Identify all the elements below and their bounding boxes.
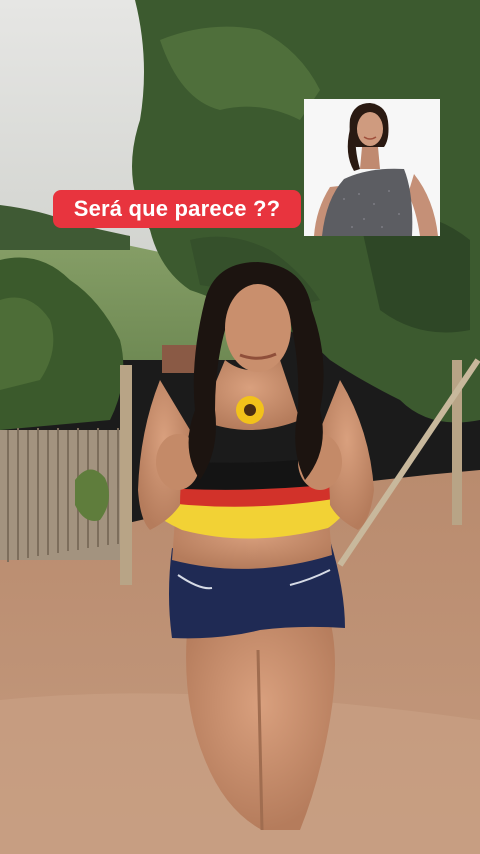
- story-frame: Será que parece ??: [0, 0, 480, 854]
- caption-sticker: Será que parece ??: [53, 190, 301, 228]
- sunflower-necklace: [236, 396, 264, 424]
- inset-photo: [304, 99, 440, 236]
- woman-portrait-image: [304, 99, 440, 236]
